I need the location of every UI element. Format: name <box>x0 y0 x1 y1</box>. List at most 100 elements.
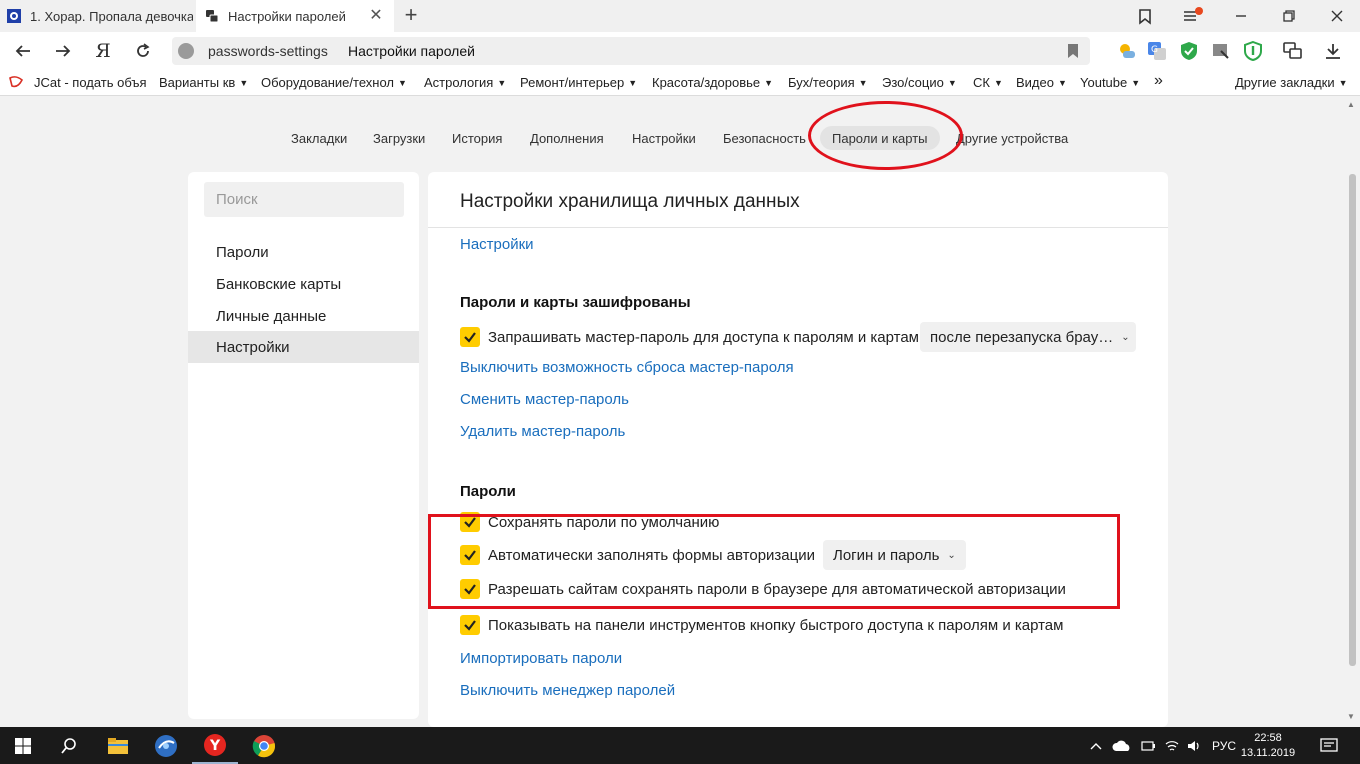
scroll-down-icon[interactable]: ▼ <box>1347 712 1355 721</box>
bookmark-folder[interactable]: Бух/теория ▼ <box>788 75 868 90</box>
download-icon[interactable] <box>1322 40 1344 62</box>
bookmark-icon[interactable] <box>1068 44 1078 58</box>
caret-down-icon: ▼ <box>947 78 957 88</box>
clock-time: 22:58 <box>1254 732 1282 744</box>
chevron-down-icon: ⌄ <box>1121 331 1130 343</box>
power-icon[interactable] <box>1140 727 1156 764</box>
section-title-encryption: Пароли и карты зашифрованы <box>460 294 691 311</box>
import-passwords-link[interactable]: Импортировать пароли <box>460 650 622 667</box>
section-title-passwords: Пароли <box>460 483 516 500</box>
browser-toolbar: Я passwords-settings Настройки паролей G <box>0 32 1360 70</box>
close-tab-icon[interactable]: ✕ <box>368 8 384 24</box>
settings-link[interactable]: Настройки <box>460 236 534 253</box>
scrollbar-thumb[interactable] <box>1349 174 1356 666</box>
notifications-icon[interactable] <box>1320 727 1338 764</box>
weather-extension-icon[interactable] <box>1116 40 1138 62</box>
address-bar[interactable]: passwords-settings Настройки паролей <box>172 37 1090 65</box>
bookmark-folder[interactable]: Красота/здоровье ▼ <box>652 75 773 90</box>
menu-icon[interactable] <box>1170 0 1216 32</box>
passwords-extension-icon[interactable] <box>1282 40 1304 62</box>
caret-down-icon: ▼ <box>993 78 1003 88</box>
bookmark-folder[interactable]: СК ▼ <box>973 75 1003 90</box>
disable-master-reset-link[interactable]: Выключить возможность сброса мастер-паро… <box>460 359 794 376</box>
bookmark-folder[interactable]: Видео ▼ <box>1016 75 1067 90</box>
caret-down-icon: ▼ <box>398 78 407 88</box>
scroll-up-icon[interactable]: ▲ <box>1347 100 1355 109</box>
toolbar-button-checkbox[interactable]: Показывать на панели инструментов кнопку… <box>460 614 1063 636</box>
disable-password-manager-link[interactable]: Выключить менеджер паролей <box>460 682 675 699</box>
back-icon[interactable] <box>10 38 36 64</box>
master-password-timing-select[interactable]: после перезапуска брау… ⌄ <box>920 322 1136 352</box>
bookmark-folder[interactable]: Астрология ▼ <box>424 75 506 90</box>
caret-down-icon: ▼ <box>764 78 774 88</box>
master-password-checkbox[interactable]: Запрашивать мастер-пароль для доступа к … <box>460 326 919 348</box>
bookmark-folder[interactable]: Ремонт/интерьер ▼ <box>520 75 637 90</box>
volume-icon[interactable] <box>1186 727 1202 764</box>
sidebar-item-settings[interactable]: Настройки <box>188 331 419 363</box>
bookmark-folder[interactable]: Варианты кв ▼ <box>159 75 248 90</box>
security-extension-icon[interactable] <box>1242 40 1264 62</box>
sidebar-item-personal-data[interactable]: Личные данные <box>188 300 419 332</box>
nav-history[interactable]: История <box>452 126 502 150</box>
nav-settings[interactable]: Настройки <box>632 126 696 150</box>
svg-text:G: G <box>1151 45 1158 55</box>
settings-favicon-icon <box>204 8 220 24</box>
caret-down-icon: ▼ <box>1338 78 1348 88</box>
nav-downloads[interactable]: Загрузки <box>373 126 425 150</box>
windows-start-icon[interactable] <box>0 727 46 764</box>
translate-extension-icon[interactable]: G <box>1146 40 1168 62</box>
select-value: после перезапуска брау… <box>930 328 1114 346</box>
bookmark-folder[interactable]: Оборудование/технол ▼ <box>261 75 407 90</box>
page-title-in-address: Настройки паролей <box>348 43 475 59</box>
forward-icon[interactable] <box>50 38 76 64</box>
input-language[interactable]: РУС <box>1212 727 1236 764</box>
sidebar-item-bank-cards[interactable]: Банковские карты <box>188 268 419 300</box>
caret-down-icon: ▼ <box>628 78 638 88</box>
restore-icon[interactable] <box>1266 0 1312 32</box>
nav-other-devices[interactable]: Другие устройства <box>956 126 1068 150</box>
onedrive-cloud-icon[interactable] <box>1112 727 1132 764</box>
new-tab-button[interactable]: + <box>398 4 424 28</box>
bookmarks-overflow-button[interactable]: » <box>1154 72 1163 90</box>
close-window-icon[interactable] <box>1314 0 1360 32</box>
other-bookmarks-folder[interactable]: Другие закладки ▼ <box>1235 75 1348 90</box>
checkbox-label: Запрашивать мастер-пароль для доступа к … <box>488 328 919 346</box>
nav-security[interactable]: Безопасность <box>723 126 806 150</box>
bookmark-folder[interactable]: Эзо/социо ▼ <box>882 75 957 90</box>
shield-extension-icon[interactable] <box>1178 40 1200 62</box>
file-explorer-icon[interactable] <box>95 727 141 764</box>
tab-title: 1. Хорар. Пропала девочка <box>30 8 193 24</box>
minimize-icon[interactable] <box>1218 0 1264 32</box>
delete-master-password-link[interactable]: Удалить мастер-пароль <box>460 423 625 440</box>
bookmark-folder[interactable]: Youtube ▼ <box>1080 75 1140 90</box>
checkmark-icon <box>460 327 480 347</box>
search-input[interactable]: Поиск <box>204 182 404 217</box>
chrome-icon[interactable] <box>241 727 287 764</box>
tab-passwords-settings[interactable]: Настройки паролей ✕ <box>196 0 394 32</box>
site-info-icon[interactable] <box>178 43 194 59</box>
vertical-scrollbar[interactable]: ▲ ▼ <box>1343 96 1360 727</box>
app-icon[interactable] <box>143 727 189 764</box>
system-clock[interactable]: 22:58 13.11.2019 <box>1238 731 1298 761</box>
caret-down-icon: ▼ <box>239 78 249 88</box>
nav-extensions[interactable]: Дополнения <box>530 126 604 150</box>
wifi-icon[interactable] <box>1164 727 1180 764</box>
caret-down-icon: ▼ <box>497 78 507 88</box>
collections-icon[interactable] <box>1122 0 1168 32</box>
pin-extension-icon[interactable] <box>1210 40 1232 62</box>
change-master-password-link[interactable]: Сменить мастер-пароль <box>460 391 629 408</box>
yandex-browser-icon[interactable]: Y <box>192 727 238 764</box>
tab-title: Настройки паролей <box>228 8 346 24</box>
bookmark-item[interactable]: JCat - подать объя <box>34 75 147 90</box>
yandex-logo-icon[interactable]: Я <box>90 38 116 64</box>
sidebar-item-passwords[interactable]: Пароли <box>188 236 419 268</box>
reload-icon[interactable] <box>130 38 156 64</box>
search-icon[interactable] <box>46 727 92 764</box>
nav-bookmarks[interactable]: Закладки <box>291 126 347 150</box>
tray-chevron-up-icon[interactable] <box>1090 727 1102 764</box>
caret-down-icon: ▼ <box>858 78 868 88</box>
checkmark-icon <box>460 615 480 635</box>
bookmarks-bar: JCat - подать объя Варианты кв ▼ Оборудов… <box>0 70 1360 96</box>
caret-down-icon: ▼ <box>1131 78 1141 88</box>
tab-horar[interactable]: 1. Хорар. Пропала девочка <box>0 0 193 32</box>
